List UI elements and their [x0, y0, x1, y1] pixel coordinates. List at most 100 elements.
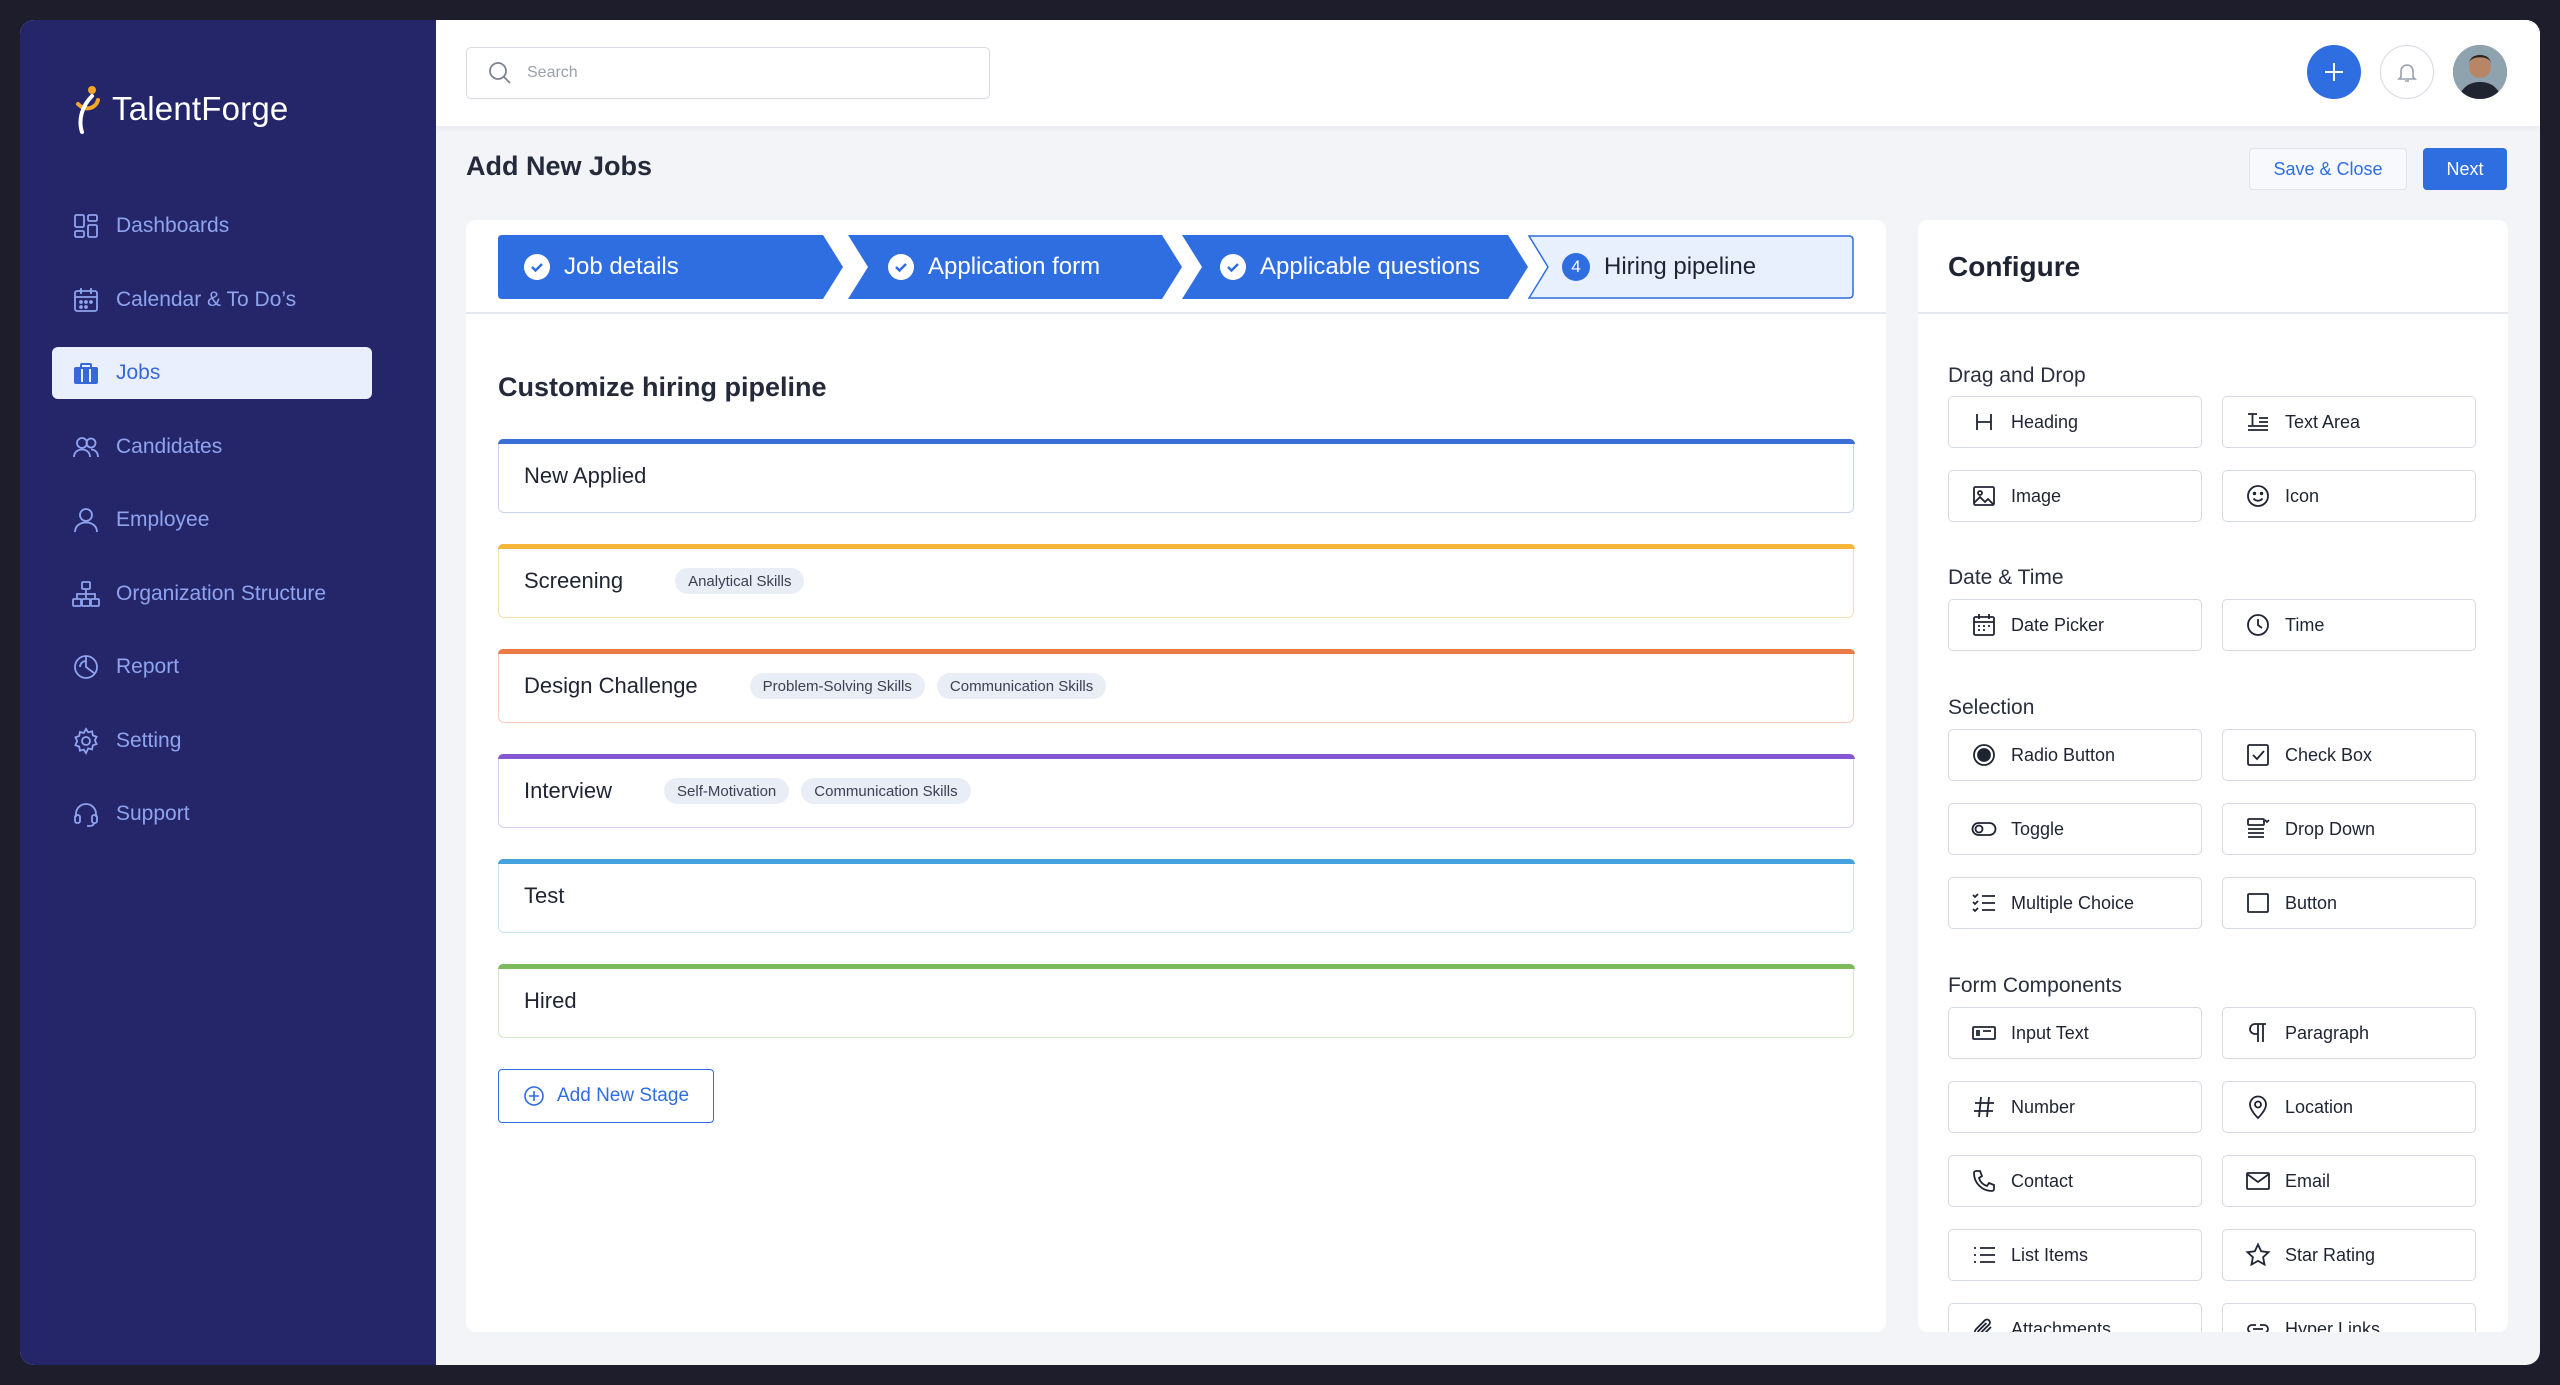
location-pin-icon [2249, 1095, 2267, 1120]
page-title: Add New Jobs [466, 151, 653, 181]
component-image[interactable]: Image [1948, 470, 2202, 522]
sidebar-item-label: Employee [116, 508, 210, 531]
skill-tag: Analytical Skills [675, 568, 805, 594]
stage-design-challenge[interactable]: Design Challenge Problem-Solving Skills … [497, 648, 1855, 723]
users-icon [73, 436, 99, 457]
component-input-text[interactable]: Input Text [1948, 1007, 2202, 1059]
component-contact[interactable]: Contact [1948, 1155, 2202, 1207]
component-attachments[interactable]: Attachments [1948, 1303, 2202, 1332]
sidebar-nav: Dashboards Calendar & To Do’s Jobs Candi… [52, 200, 372, 862]
component-toggle[interactable]: Toggle [1948, 803, 2202, 855]
component-time[interactable]: Time [2222, 599, 2476, 651]
hash-icon [1974, 1096, 1994, 1118]
component-icon[interactable]: Icon [2222, 470, 2476, 522]
step-application-form[interactable]: Application form [848, 235, 1182, 299]
add-new-stage-button[interactable]: Add New Stage [498, 1069, 714, 1123]
sidebar-item-support[interactable]: Support [52, 788, 372, 840]
group-title-form-components: Form Components [1948, 974, 2122, 997]
next-button[interactable]: Next [2423, 148, 2507, 190]
component-label: Location [2285, 1096, 2354, 1117]
check-icon [524, 254, 550, 280]
component-star-rating[interactable]: Star Rating [2222, 1229, 2476, 1281]
sidebar-item-calendar[interactable]: Calendar & To Do’s [52, 274, 372, 326]
add-stage-label: Add New Stage [556, 1085, 690, 1106]
step-job-details[interactable]: Job details [498, 235, 843, 299]
logo-icon [76, 86, 100, 134]
bell-icon [2397, 64, 2417, 82]
sidebar-item-organization-structure[interactable]: Organization Structure [52, 568, 372, 620]
stage-name: Hired [524, 988, 577, 1013]
group-title-selection: Selection [1948, 696, 2035, 719]
stage-screening[interactable]: Screening Analytical Skills [497, 543, 1855, 618]
component-text-area[interactable]: Text Area [2222, 396, 2476, 448]
sidebar-item-report[interactable]: Report [52, 641, 372, 693]
component-list-items[interactable]: List Items [1948, 1229, 2202, 1281]
smiley-icon [2247, 485, 2269, 507]
component-hyper-links[interactable]: Hyper Links [2222, 1303, 2476, 1332]
search-box[interactable] [466, 47, 990, 99]
search-input[interactable] [527, 64, 967, 82]
component-date-picker[interactable]: Date Picker [1948, 599, 2202, 651]
paragraph-icon [2249, 1023, 2266, 1042]
component-paragraph[interactable]: Paragraph [2222, 1007, 2476, 1059]
notifications-button[interactable] [2380, 45, 2434, 99]
component-drop-down[interactable]: Drop Down [2222, 803, 2476, 855]
create-button[interactable] [2307, 45, 2361, 99]
step-applicable-questions[interactable]: Applicable questions [1182, 235, 1528, 299]
component-multiple-choice[interactable]: Multiple Choice [1948, 877, 2202, 929]
component-button[interactable]: Button [2222, 877, 2476, 929]
phone-icon [1973, 1170, 1995, 1192]
calendar-icon [74, 287, 98, 312]
heading-icon [1976, 414, 1992, 430]
component-heading[interactable]: Heading [1948, 396, 2202, 448]
sidebar-item-jobs[interactable]: Jobs [52, 347, 372, 399]
step-hiring-pipeline[interactable]: 4 Hiring pipeline [1528, 235, 1854, 299]
configure-title: Configure [1948, 251, 2081, 282]
report-icon [74, 655, 98, 679]
stage-hired[interactable]: Hired [497, 963, 1855, 1038]
stage-color-bar [497, 963, 1855, 969]
stage-name: New Applied [524, 463, 647, 488]
sidebar-item-label: Dashboards [116, 214, 230, 237]
component-number[interactable]: Number [1948, 1081, 2202, 1133]
user-avatar[interactable] [2453, 45, 2507, 99]
step-label: Hiring pipeline [1604, 253, 1757, 280]
app-window: TalentForge Dashboards Calendar & To Do’… [20, 20, 2540, 1365]
component-location[interactable]: Location [2222, 1081, 2476, 1133]
text-area-icon [2248, 413, 2268, 431]
component-label: Paragraph [2285, 1022, 2370, 1043]
sidebar-item-dashboards[interactable]: Dashboards [52, 200, 372, 252]
app-name: TalentForge [112, 90, 289, 127]
envelope-icon [2246, 1172, 2270, 1190]
gear-icon [74, 726, 98, 755]
checkbox-icon [2247, 744, 2269, 766]
step-number: 4 [1562, 253, 1590, 281]
component-label: Time [2285, 614, 2325, 635]
component-radio-button[interactable]: Radio Button [1948, 729, 2202, 781]
check-icon [888, 254, 914, 280]
stage-interview[interactable]: Interview Self-Motivation Communication … [497, 753, 1855, 828]
input-text-icon [1972, 1026, 1996, 1040]
stage-name: Test [524, 883, 565, 908]
component-label: Date Picker [2011, 614, 2105, 635]
component-check-box[interactable]: Check Box [2222, 729, 2476, 781]
sidebar-item-candidates[interactable]: Candidates [52, 421, 372, 473]
component-email[interactable]: Email [2222, 1155, 2476, 1207]
save-close-button[interactable]: Save & Close [2249, 148, 2407, 190]
check-icon [1220, 254, 1246, 280]
divider [1918, 312, 2508, 314]
sidebar-item-employee[interactable]: Employee [52, 494, 372, 546]
component-label: Check Box [2285, 744, 2373, 765]
briefcase-icon [74, 363, 98, 384]
component-label: Email [2285, 1170, 2331, 1191]
stage-new-applied[interactable]: New Applied [497, 438, 1855, 513]
component-label: Radio Button [2011, 744, 2116, 765]
component-label: Heading [2011, 411, 2079, 432]
stage-test[interactable]: Test [497, 858, 1855, 933]
avatar-image [2453, 45, 2507, 99]
app-logo[interactable]: TalentForge [72, 82, 288, 136]
group-title-drag-and-drop: Drag and Drop [1948, 364, 2086, 387]
component-label: Contact [2011, 1170, 2074, 1191]
sidebar-item-setting[interactable]: Setting [52, 715, 372, 767]
group-title-date-time: Date & Time [1948, 566, 2064, 589]
